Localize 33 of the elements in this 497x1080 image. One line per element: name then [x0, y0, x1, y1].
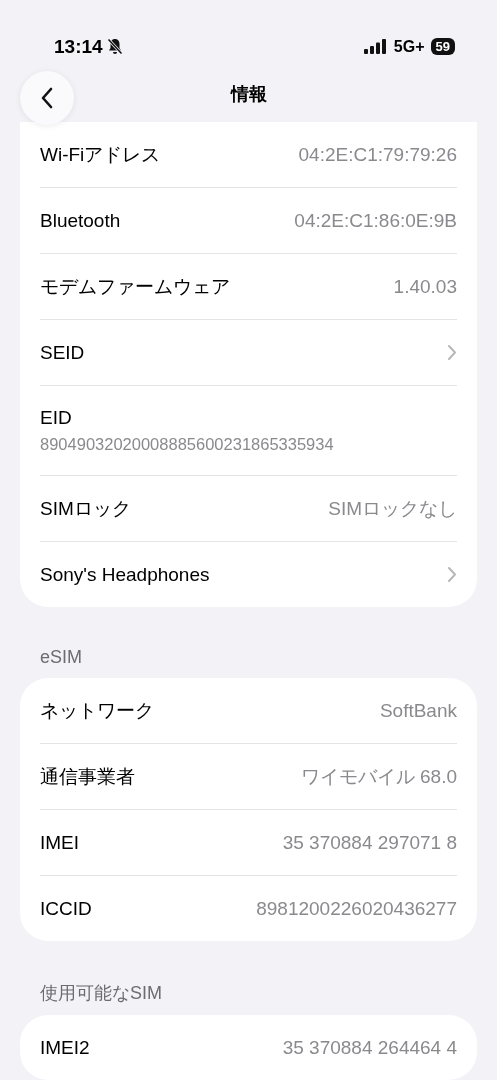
- row-label: ネットワーク: [40, 698, 154, 723]
- row-value: 35 370884 297071 8: [282, 831, 457, 854]
- row-value: SIMロックなし: [328, 496, 457, 521]
- status-time: 13:14: [54, 35, 103, 58]
- section-header: 使用可能なSIM: [39, 982, 163, 1005]
- row-label: モデムファームウェア: [40, 274, 230, 299]
- row-label: ICCID: [40, 897, 92, 920]
- battery-level: 59: [430, 38, 455, 56]
- row-label: Bluetooth: [40, 209, 121, 232]
- row-label[interactable]: Sony's Headphones: [40, 563, 210, 586]
- row-label: Wi-Fiアドレス: [40, 142, 161, 167]
- signal-icon: [363, 39, 388, 55]
- section-header: eSIM: [39, 646, 83, 669]
- row-value: 04:2E:C1:86:0E:9B: [294, 209, 457, 232]
- chevron-icon: [448, 345, 457, 360]
- row-label: SIMロック: [40, 496, 131, 521]
- row-label: IMEI2: [40, 1036, 90, 1059]
- row-label: EID: [40, 407, 73, 429]
- row-value: 1.40.03: [393, 275, 457, 298]
- bell-off-icon: [106, 38, 123, 56]
- network-type: 5G+: [393, 37, 425, 56]
- row-value: 89049032020008885600231865335934: [40, 435, 335, 454]
- row-value: 8981200226020436277: [256, 897, 457, 920]
- chevron-icon: [448, 567, 457, 582]
- row-value: 04:2E:C1:79:79:26: [298, 143, 457, 166]
- page-title: 情報: [230, 82, 267, 106]
- row-label: IMEI: [40, 831, 80, 854]
- row-label: 通信事業者: [40, 764, 135, 789]
- back-chevron-icon: [41, 87, 53, 110]
- row-value: ワイモバイル 68.0: [300, 764, 457, 789]
- row-value: 35 370884 264464 4: [282, 1036, 457, 1059]
- row-value: SoftBank: [379, 699, 457, 722]
- row-label[interactable]: SEID: [40, 341, 85, 364]
